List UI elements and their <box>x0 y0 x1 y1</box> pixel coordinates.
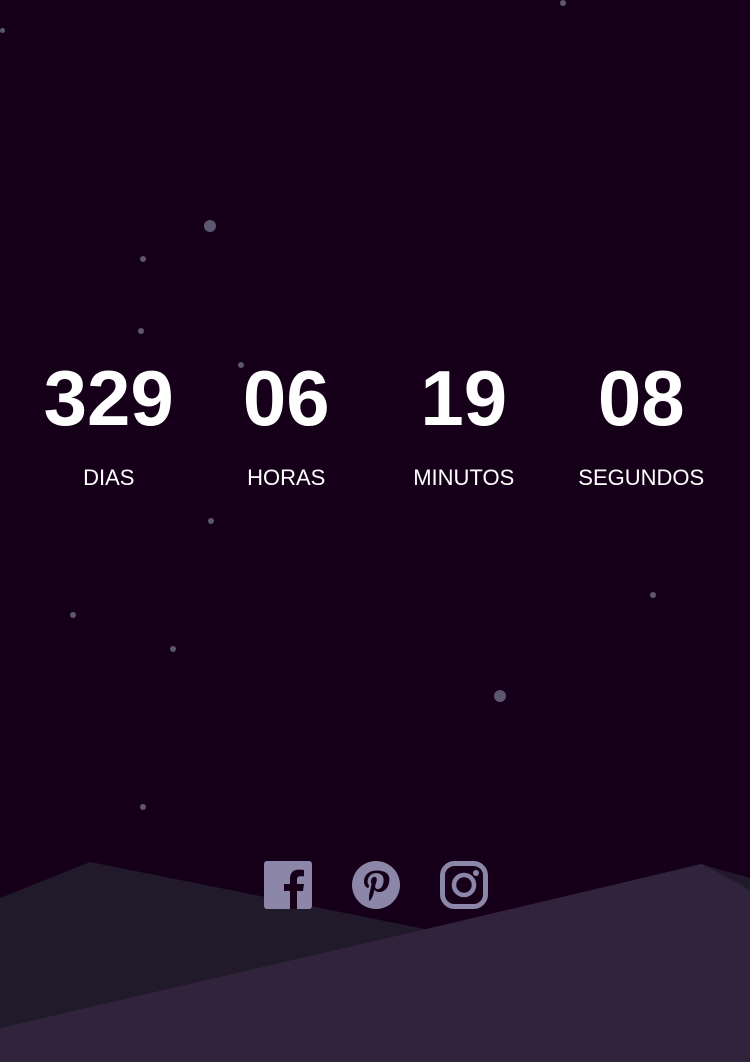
facebook-link[interactable] <box>264 861 312 909</box>
social-links <box>264 861 488 909</box>
instagram-link[interactable] <box>440 861 488 909</box>
facebook-icon <box>264 861 312 909</box>
pinterest-link[interactable] <box>352 861 400 909</box>
pinterest-icon <box>352 861 400 909</box>
countdown-page: 329 DIAS 06 HORAS 19 MINUTOS 08 SEGUNDOS <box>0 0 750 1062</box>
instagram-icon <box>440 861 488 909</box>
